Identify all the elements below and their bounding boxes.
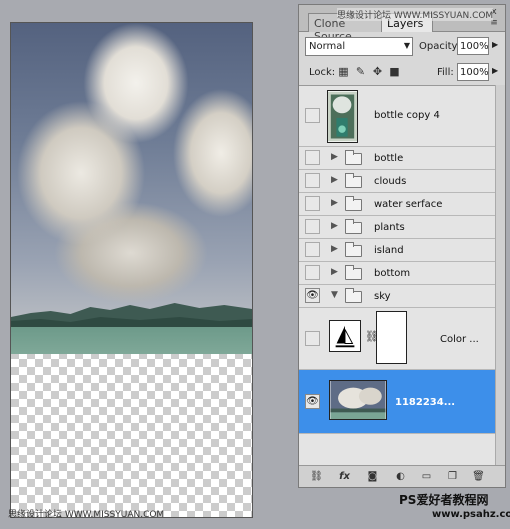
layer-name: 1182234... bbox=[395, 397, 456, 408]
layer-group-row[interactable]: ▶ plants bbox=[299, 216, 495, 239]
opacity-field[interactable]: 100% bbox=[457, 37, 489, 55]
layer-name: water serface bbox=[374, 199, 443, 210]
new-layer-icon[interactable]: ❐ bbox=[445, 470, 460, 484]
layer-group-row[interactable]: ▶ bottle bbox=[299, 147, 495, 170]
collapse-arrow-icon[interactable]: ▼ bbox=[331, 290, 338, 300]
visibility-toggle[interactable] bbox=[305, 108, 320, 123]
expand-arrow-icon[interactable]: ▶ bbox=[331, 267, 338, 277]
layer-name: island bbox=[374, 245, 404, 256]
visibility-toggle[interactable] bbox=[305, 219, 320, 234]
eye-icon[interactable]: 👁 bbox=[305, 288, 320, 303]
chevron-down-icon: ▼ bbox=[403, 41, 410, 50]
layer-name: bottle copy 4 bbox=[374, 110, 440, 121]
layer-row-selected[interactable]: 👁 1182234... bbox=[299, 370, 495, 434]
trash-icon[interactable]: 🗑 bbox=[471, 470, 486, 484]
adjustment-icon[interactable]: ◐ bbox=[393, 470, 408, 484]
color-balance-icon bbox=[329, 320, 361, 352]
layer-group-row[interactable]: ▶ water serface bbox=[299, 193, 495, 216]
layer-row[interactable]: bottle copy 4 bbox=[299, 86, 495, 147]
visibility-toggle[interactable] bbox=[305, 196, 320, 211]
fill-label: Fill: bbox=[437, 67, 454, 78]
layer-name: plants bbox=[374, 222, 405, 233]
watermark-brand: PS爱好者教程网 bbox=[399, 493, 489, 507]
folder-icon[interactable]: ▭ bbox=[419, 470, 434, 484]
expand-arrow-icon[interactable]: ▶ bbox=[331, 221, 338, 231]
visibility-toggle[interactable] bbox=[305, 150, 320, 165]
lock-transparent-icon[interactable]: ▦ bbox=[337, 65, 350, 78]
watermark-top: 思缘设计论坛 WWW.MISSYUAN.COM bbox=[337, 8, 494, 21]
folder-icon bbox=[345, 219, 362, 234]
layer-name: bottle bbox=[374, 153, 404, 164]
canvas-hills bbox=[11, 303, 252, 329]
eye-icon[interactable]: 👁 bbox=[305, 394, 320, 409]
layer-name: sky bbox=[374, 291, 391, 302]
layer-name: clouds bbox=[374, 176, 407, 187]
layers-panel: Clone Source Layers x ≡ Normal ▼ Opacity… bbox=[298, 4, 506, 488]
fx-icon[interactable]: fx bbox=[337, 470, 352, 484]
canvas-sky-clouds bbox=[11, 23, 252, 323]
fill-slider-arrow-icon[interactable]: ▶ bbox=[492, 66, 498, 75]
expand-arrow-icon[interactable]: ▶ bbox=[331, 175, 338, 185]
layer-thumbnail bbox=[327, 90, 358, 143]
layer-thumbnail bbox=[329, 380, 387, 420]
lock-fill-row: Lock: ▦ ✎ ✥ ■ Fill: 100% ▶ bbox=[303, 63, 501, 83]
expand-arrow-icon[interactable]: ▶ bbox=[331, 244, 338, 254]
folder-icon bbox=[345, 150, 362, 165]
layer-name: bottom bbox=[374, 268, 411, 279]
visibility-toggle[interactable] bbox=[305, 265, 320, 280]
layer-name: Color ... bbox=[440, 334, 479, 345]
blend-mode-value: Normal bbox=[309, 41, 346, 52]
mask-icon[interactable]: ◙ bbox=[365, 470, 380, 484]
layer-group-row[interactable]: ▶ clouds bbox=[299, 170, 495, 193]
blend-mode-select[interactable]: Normal ▼ bbox=[305, 37, 413, 56]
lock-brush-icon[interactable]: ✎ bbox=[354, 65, 367, 78]
layer-group-row[interactable]: ▶ island bbox=[299, 239, 495, 262]
opacity-label: Opacity: bbox=[419, 41, 461, 52]
layer-list: bottle copy 4 ▶ bottle ▶ clouds ▶ water … bbox=[299, 85, 495, 465]
opacity-slider-arrow-icon[interactable]: ▶ bbox=[492, 40, 498, 49]
visibility-toggle[interactable] bbox=[305, 242, 320, 257]
layer-group-row[interactable]: 👁 ▼ sky bbox=[299, 285, 495, 308]
visibility-toggle[interactable] bbox=[305, 173, 320, 188]
visibility-toggle[interactable] bbox=[305, 331, 320, 346]
layer-group-row[interactable]: ▶ bottom bbox=[299, 262, 495, 285]
adjustment-layer-row[interactable]: ⛓ Color ... bbox=[299, 308, 495, 370]
lock-label: Lock: bbox=[309, 67, 336, 78]
fill-field[interactable]: 100% bbox=[457, 63, 489, 81]
watermark-bottom-left: 思缘设计论坛 WWW.MISSYUAN.COM bbox=[8, 510, 165, 520]
folder-icon bbox=[345, 288, 362, 303]
layer-mask-thumbnail bbox=[376, 311, 407, 364]
canvas-water bbox=[11, 327, 252, 354]
link-icon[interactable]: ⛓ bbox=[309, 470, 324, 484]
expand-arrow-icon[interactable]: ▶ bbox=[331, 152, 338, 162]
lock-all-icon[interactable]: ■ bbox=[388, 65, 401, 78]
folder-icon bbox=[345, 173, 362, 188]
layer-list-scrollbar[interactable] bbox=[495, 85, 505, 465]
folder-icon bbox=[345, 242, 362, 257]
lock-move-icon[interactable]: ✥ bbox=[371, 65, 384, 78]
layers-bottom-toolbar: ⛓ fx ◙ ◐ ▭ ❐ 🗑 bbox=[299, 465, 505, 487]
folder-icon bbox=[345, 196, 362, 211]
folder-icon bbox=[345, 265, 362, 280]
watermark-brand-url: www.psahz.com bbox=[432, 509, 510, 520]
document-canvas[interactable] bbox=[10, 22, 253, 518]
expand-arrow-icon[interactable]: ▶ bbox=[331, 198, 338, 208]
blend-opacity-row: Normal ▼ Opacity: 100% ▶ bbox=[303, 37, 501, 57]
